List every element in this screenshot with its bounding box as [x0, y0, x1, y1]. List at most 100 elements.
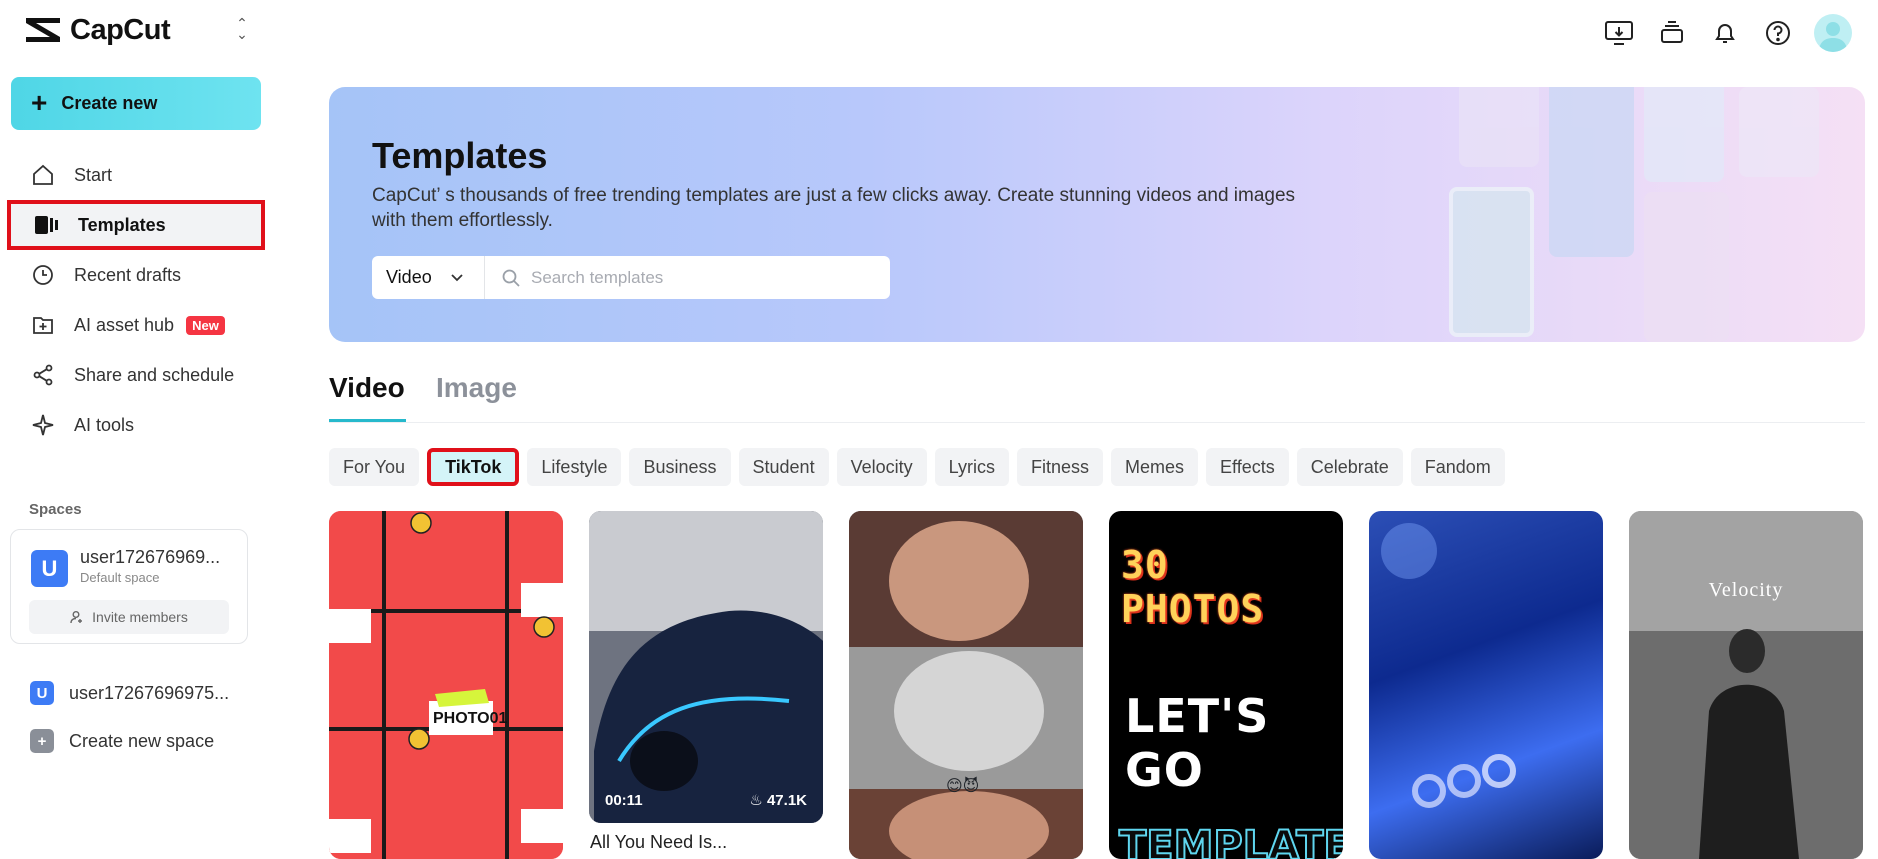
active-tab-indicator — [329, 419, 406, 422]
invite-members-label: Invite members — [92, 609, 188, 625]
chip-lyrics[interactable]: Lyrics — [934, 448, 1009, 486]
chip-lifestyle[interactable]: Lifestyle — [527, 448, 622, 486]
sparkle-icon — [30, 412, 56, 438]
card-thumbnail — [1629, 511, 1863, 859]
card-thumbnail — [589, 511, 823, 823]
template-grid: PHOTO01 00:11 ♨ 47.1K 😊😈 30 PHOTOS LET'S… — [329, 511, 1865, 859]
card-title[interactable]: All You Need Is... — [590, 832, 727, 853]
sidebar-nav: Start Templates Recent drafts AI asset h… — [0, 150, 272, 450]
sidebar-item-label: Share and schedule — [74, 364, 235, 385]
search-bar: Video — [372, 256, 890, 299]
capcut-app: CapCut ⌃⌄ + Create new Start Templates — [0, 0, 1878, 859]
page-title: Templates — [372, 135, 548, 176]
space-subtitle: Default space — [80, 570, 160, 585]
search-icon — [502, 269, 520, 287]
space-row-label: user17267696975... — [69, 682, 230, 703]
collage-card — [1644, 192, 1729, 342]
sidebar-item-templates[interactable]: Templates — [7, 200, 265, 250]
user-avatar[interactable] — [1814, 14, 1852, 52]
brand-name: CapCut — [70, 13, 171, 46]
sidebar-item-label: AI tools — [74, 414, 135, 435]
card-thumbnail — [849, 511, 1083, 859]
template-card[interactable] — [1369, 511, 1603, 859]
default-space-card[interactable]: U user172676969... Default space Invite … — [10, 529, 248, 644]
top-toolbar — [1602, 14, 1852, 52]
chip-for-you[interactable]: For You — [329, 448, 420, 486]
plus-icon: + — [30, 729, 54, 753]
new-badge: New — [186, 315, 225, 335]
chip-memes[interactable]: Memes — [1111, 448, 1199, 486]
chip-celebrate[interactable]: Celebrate — [1296, 448, 1403, 486]
chip-fandom[interactable]: Fandom — [1410, 448, 1505, 486]
category-chips: For You TikTok Lifestyle Business Studen… — [329, 448, 1505, 486]
type-select-value: Video — [386, 267, 432, 287]
create-new-button[interactable]: + Create new — [11, 77, 261, 130]
template-card[interactable]: 00:11 ♨ 47.1K — [589, 511, 823, 823]
space-row-user[interactable]: U user17267696975... — [30, 680, 229, 706]
chevron-down-icon — [451, 273, 463, 281]
sidebar-item-recent-drafts[interactable]: Recent drafts — [0, 250, 272, 300]
banner-description: CapCut’ s thousands of free trending tem… — [372, 185, 1296, 231]
workspace-switcher-icon[interactable]: ⌃ ⌄ — [232, 16, 252, 42]
banner-collage — [1449, 87, 1865, 342]
download-app-icon[interactable] — [1602, 17, 1635, 50]
content-tabs: Video Image — [329, 368, 1865, 423]
spaces-title: Spaces — [29, 501, 82, 518]
create-new-space-button[interactable]: + Create new space — [30, 728, 214, 754]
create-new-label: Create new — [61, 93, 158, 113]
sidebar-item-label: Start — [74, 164, 113, 185]
collage-card — [1739, 87, 1819, 177]
help-icon[interactable] — [1761, 17, 1794, 50]
bell-icon[interactable] — [1708, 17, 1741, 50]
sidebar: CapCut ⌃⌄ + Create new Start Templates — [0, 0, 272, 859]
collage-card — [1449, 187, 1534, 337]
template-card[interactable]: 😊😈 — [849, 511, 1083, 859]
clock-icon — [30, 262, 56, 288]
card-emoji-overlay: 😊😈 — [946, 778, 980, 795]
card-likes-count: 47.1K — [766, 792, 807, 809]
collage-card — [1644, 87, 1724, 182]
template-card[interactable]: PHOTO01 — [329, 511, 563, 859]
sidebar-item-label: AI asset hub — [74, 314, 175, 335]
search-input[interactable] — [521, 256, 890, 299]
tab-image[interactable]: Image — [436, 372, 517, 404]
card-likes: ♨ 47.1K — [749, 791, 807, 809]
card-thumbnail — [1381, 523, 1516, 808]
flame-icon: ♨ — [749, 792, 767, 809]
collage-card — [1459, 87, 1539, 167]
template-card[interactable]: 30 PHOTOS LET'S GO TEMPLATE — [1109, 511, 1343, 859]
sidebar-item-ai-asset-hub[interactable]: AI asset hub New — [0, 300, 272, 350]
brand[interactable]: CapCut — [24, 12, 171, 48]
chip-student[interactable]: Student — [738, 448, 829, 486]
space-avatar: U — [31, 550, 68, 587]
chip-effects[interactable]: Effects — [1206, 448, 1289, 486]
stack-icon[interactable] — [1655, 17, 1688, 50]
card-overlay-text: Velocity — [1708, 579, 1784, 601]
type-select[interactable]: Video — [372, 256, 485, 299]
sidebar-item-ai-tools[interactable]: AI tools — [0, 400, 272, 450]
chip-tiktok[interactable]: TikTok — [427, 448, 520, 486]
sidebar-item-share-and-schedule[interactable]: Share and schedule — [0, 350, 272, 400]
invite-members-button[interactable]: Invite members — [29, 600, 229, 634]
card-text-line2: LET'S GO — [1125, 689, 1270, 797]
card-text-line1: 30 PHOTOS — [1121, 543, 1265, 631]
card-thumbnail — [329, 511, 563, 859]
chip-business[interactable]: Business — [629, 448, 731, 486]
tab-video[interactable]: Video — [329, 372, 405, 404]
card-overlay-text: PHOTO01 — [433, 710, 508, 727]
sidebar-item-label: Recent drafts — [74, 264, 182, 285]
home-icon — [30, 162, 56, 188]
plus-icon: + — [31, 86, 48, 118]
chip-velocity[interactable]: Velocity — [836, 448, 927, 486]
card-text-line3: TEMPLATE — [1118, 822, 1343, 859]
chip-fitness[interactable]: Fitness — [1016, 448, 1103, 486]
sidebar-item-label: Templates — [78, 214, 166, 235]
asset-hub-icon — [30, 312, 56, 338]
sidebar-item-start[interactable]: Start — [0, 150, 272, 200]
template-card[interactable]: Velocity — [1629, 511, 1863, 859]
share-icon — [30, 362, 56, 388]
capcut-logo-icon — [26, 18, 60, 42]
add-user-icon — [70, 611, 83, 624]
collage-card — [1549, 87, 1634, 257]
create-new-space-label: Create new space — [69, 730, 215, 751]
